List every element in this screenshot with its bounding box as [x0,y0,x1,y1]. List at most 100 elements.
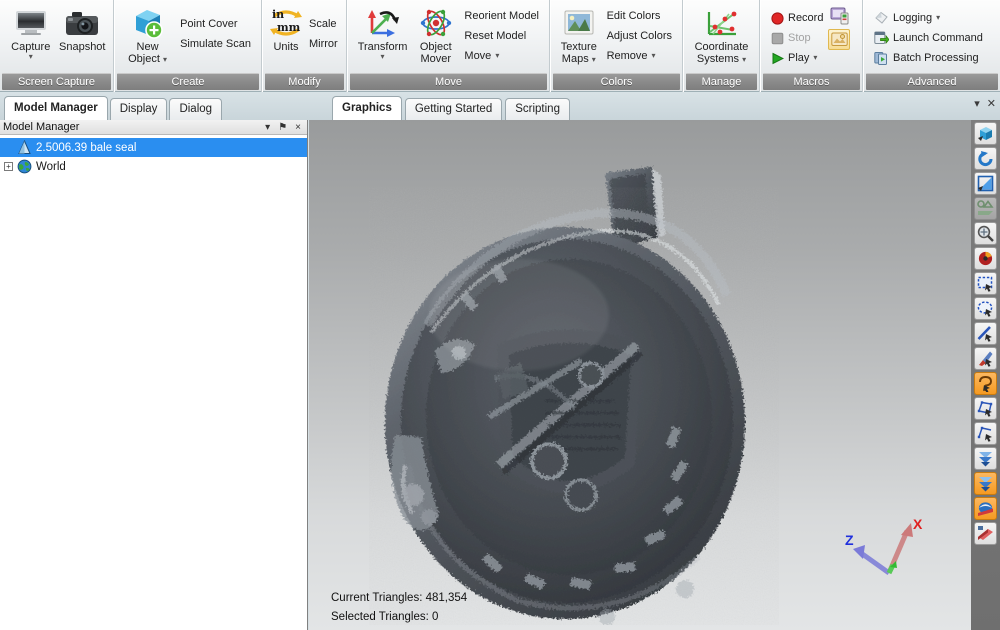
object-mover-button[interactable]: Object Mover [412,4,459,65]
clip-plane-icon[interactable] [974,497,997,520]
new-object-button[interactable]: New Object ▾ [120,4,175,65]
align-objects-icon[interactable] [974,197,997,220]
graphics-viewport[interactable]: X Z Current Triangles: 481,354 Selected … [309,120,971,630]
logging-button[interactable]: Logging ▾ [869,8,988,28]
tab-graphics[interactable]: Graphics [332,96,402,120]
panel-pin-icon[interactable]: ⚑ [278,122,287,133]
camera-icon [65,6,99,40]
macro-manager-button[interactable] [828,6,850,26]
group-title-advanced: Advanced [866,73,998,90]
object-mover-label: Object [419,41,452,53]
ribbon-group-create: New Object ▾ Point Cover Simulate Scan C… [114,0,262,92]
launch-command-button[interactable]: Launch Command [869,28,988,48]
fit-view-icon[interactable] [974,172,997,195]
simulate-scan-button[interactable]: Simulate Scan [175,34,256,54]
lasso-select-icon[interactable] [974,372,997,395]
chevron-down-icon[interactable]: ▾ [163,55,167,64]
new-object-icon [130,6,166,40]
section-view-icon[interactable] [974,522,997,545]
spin-view-icon[interactable] [974,247,997,270]
tree-item-bale-seal[interactable]: 2.5006.39 bale seal [0,138,307,157]
rectangle-select-icon[interactable] [974,272,997,295]
tree-item-world[interactable]: + World [0,157,307,176]
capture-button[interactable]: Capture ▾ [5,4,57,61]
panel-close-icon[interactable]: × [295,122,301,133]
viewport-tabs: Graphics Getting Started Scripting [332,96,570,120]
stop-macro-button[interactable]: Stop [766,28,828,48]
batch-processing-button[interactable]: Batch Processing [869,48,988,68]
chevron-down-icon[interactable]: ▾ [495,52,499,60]
tab-getting-started[interactable]: Getting Started [404,98,503,120]
chevron-down-icon[interactable]: ▾ [381,53,385,61]
texture-maps-button[interactable]: Texture Maps ▾ [556,4,602,65]
texture-maps-label2: Maps ▾ [561,53,596,65]
point-cover-button[interactable]: Point Cover [175,14,256,34]
tab-display[interactable]: Display [109,98,168,120]
tab-model-manager[interactable]: Model Manager [4,96,108,120]
panel-title: Model Manager [3,121,80,133]
coordinate-systems-button[interactable]: Coordinate Systems ▾ [689,4,754,65]
polygon-select-icon[interactable] [974,397,997,420]
fill-down-icon[interactable] [974,447,997,470]
play-icon [771,52,784,65]
reorient-model-button[interactable]: Reorient Model [459,6,544,26]
tab-dialog[interactable]: Dialog [169,98,223,120]
tabstrip-close-icon[interactable]: ✕ [987,97,996,110]
move-menu-button[interactable]: Move ▾ [459,46,544,66]
current-triangles-status: Current Triangles: 481,354 [331,592,468,604]
axis-label-x: X [913,516,923,532]
units-label: Units [273,41,299,53]
scale-button[interactable]: Scale [304,14,343,34]
group-title-screen-capture: Screen Capture [2,73,111,90]
tabstrip-dropdown-icon[interactable]: ▾ [974,97,980,110]
paint-select-icon[interactable] [974,347,997,370]
group-title-move: Move [350,73,547,90]
rotate-view-icon[interactable] [974,147,997,170]
chevron-down-icon[interactable]: ▾ [813,54,817,62]
chevron-down-icon[interactable]: ▾ [742,55,746,64]
new-object-label2: Object ▾ [128,53,167,65]
new-object-label: New [136,41,159,53]
application-window: Capture ▾ Snapshot Screen Capture New Ob… [0,0,1000,630]
scanned-model-bale-seal [385,167,745,625]
svg-text:in: in [272,8,284,21]
model-tree: 2.5006.39 bale seal + World [0,135,307,176]
group-title-modify: Modify [265,73,344,90]
ribbon-group-modify: in mm Units Scale Mirror Modify [262,0,347,92]
line-select-icon[interactable] [974,322,997,345]
ribbon-toolbar: Capture ▾ Snapshot Screen Capture New Ob… [0,0,1000,92]
edit-colors-button[interactable]: Edit Colors [602,6,677,26]
adjust-colors-button[interactable]: Adjust Colors [602,26,677,46]
snapshot-label: Snapshot [59,41,106,53]
ellipse-select-icon[interactable] [974,297,997,320]
play-macro-button[interactable]: Play ▾ [766,48,828,68]
units-button[interactable]: in mm Units [268,4,304,53]
remove-colors-button[interactable]: Remove ▾ [602,46,677,66]
axis-orientation-gizmo: X Z [845,516,923,576]
transform-icon [364,6,402,40]
reset-model-button[interactable]: Reset Model [459,26,544,46]
tree-item-label: World [36,160,66,173]
chevron-down-icon[interactable]: ▾ [936,14,940,22]
batch-processing-icon [874,51,889,65]
zoom-tool-icon[interactable] [974,222,997,245]
ribbon-group-macros: Record Stop Play ▾ Macros [760,0,863,92]
polyline-select-icon[interactable] [974,422,997,445]
mirror-button[interactable]: Mirror [304,34,343,54]
transform-button[interactable]: Transform ▾ [353,4,412,61]
group-title-colors: Colors [553,73,680,90]
tab-scripting[interactable]: Scripting [505,98,570,120]
snapshot-button[interactable]: Snapshot [57,4,109,53]
object-mover-label2: Mover [420,53,452,65]
group-title-manage: Manage [686,73,757,90]
tabstrip-controls: ▾ ✕ [974,97,996,110]
panel-dropdown-icon[interactable]: ▾ [265,122,270,133]
view-cube-icon[interactable] [974,122,997,145]
macro-options-button[interactable] [828,29,851,50]
record-macro-button[interactable]: Record [766,8,828,28]
fill-all-icon[interactable] [974,472,997,495]
chevron-down-icon[interactable]: ▾ [592,55,596,64]
chevron-down-icon[interactable]: ▾ [652,52,656,60]
expand-toggle-icon[interactable]: + [4,162,13,171]
chevron-down-icon[interactable]: ▾ [29,53,33,61]
